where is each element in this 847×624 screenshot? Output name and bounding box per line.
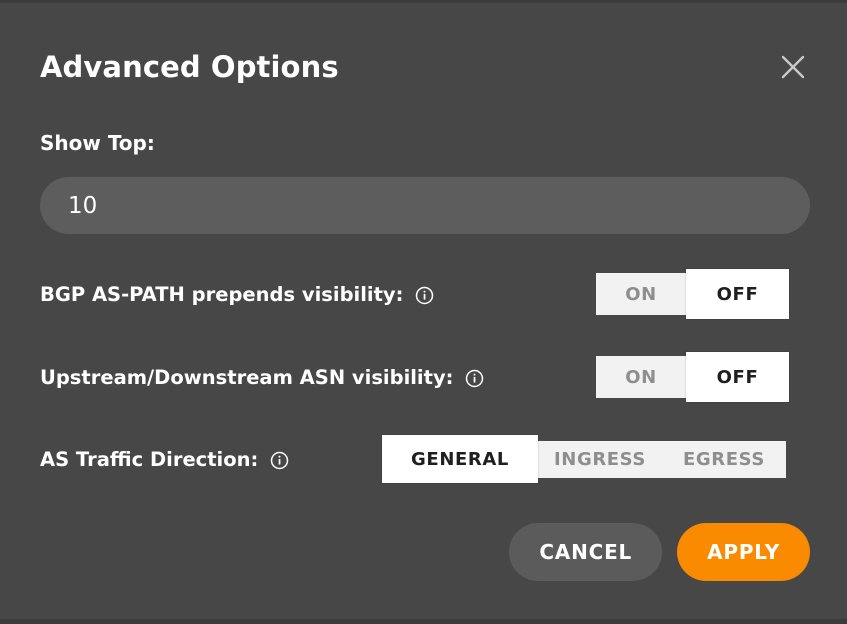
bgp-prepends-toggle[interactable]: ON OFF [596,266,789,322]
option-row-asn-visibility: Upstream/Downstream ASN visibility: ON O… [40,349,810,405]
direction-option-egress[interactable]: EGRESS [662,440,786,478]
traffic-direction-label: AS Traffic Direction: [40,447,259,471]
bgp-prepends-option-on[interactable]: ON [596,273,686,315]
bgp-prepends-option-off[interactable]: OFF [686,269,789,319]
close-button[interactable] [773,47,813,87]
info-icon[interactable] [465,369,484,388]
show-top-label: Show Top: [40,131,155,155]
info-icon[interactable] [415,286,434,305]
direction-option-ingress[interactable]: INGRESS [538,440,662,478]
option-row-bgp-prepends: BGP AS-PATH prepends visibility: ON OFF [40,266,810,322]
dialog-footer: CANCEL APPLY [40,523,810,581]
traffic-direction-selector[interactable]: GENERAL INGRESS EGRESS [382,431,786,487]
option-row-traffic-direction: AS Traffic Direction: GENERAL INGRESS EG… [40,431,810,487]
apply-button[interactable]: APPLY [677,523,810,581]
page-title: Advanced Options [40,50,339,84]
bgp-prepends-label: BGP AS-PATH prepends visibility: [40,282,404,306]
cancel-button[interactable]: CANCEL [509,523,663,581]
direction-option-general[interactable]: GENERAL [382,435,538,483]
dialog-header: Advanced Options [40,41,813,93]
asn-visibility-label-group: Upstream/Downstream ASN visibility: [40,349,484,405]
info-icon[interactable] [270,451,289,470]
asn-visibility-option-on[interactable]: ON [596,356,686,398]
bgp-prepends-label-group: BGP AS-PATH prepends visibility: [40,266,434,322]
advanced-options-dialog: Advanced Options Show Top: BGP AS-PATH p… [0,3,847,619]
asn-visibility-toggle[interactable]: ON OFF [596,349,789,405]
close-icon [781,55,805,79]
asn-visibility-label: Upstream/Downstream ASN visibility: [40,365,454,389]
asn-visibility-option-off[interactable]: OFF [686,352,789,402]
traffic-direction-label-group: AS Traffic Direction: [40,431,289,487]
show-top-input[interactable] [40,177,810,234]
